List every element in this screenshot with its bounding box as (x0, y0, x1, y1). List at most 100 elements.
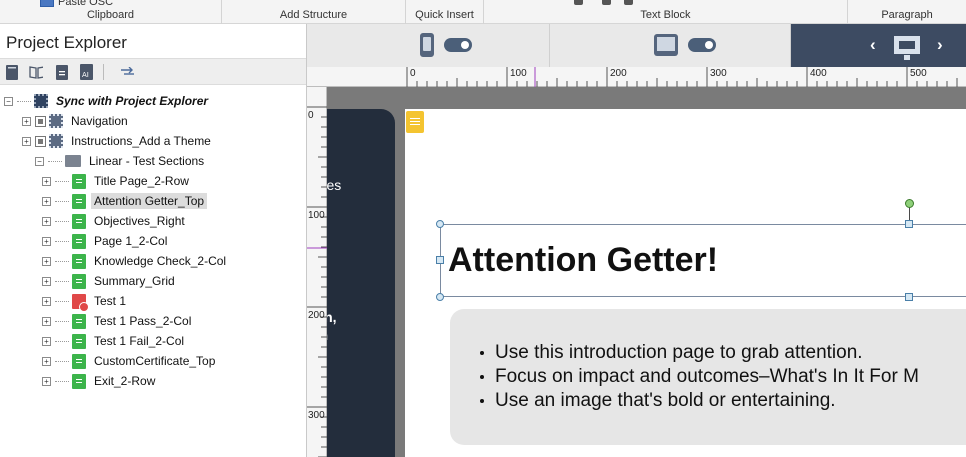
page-icon (72, 273, 86, 289)
tree-connector (55, 360, 69, 362)
resize-handle[interactable] (436, 256, 444, 264)
ribbon: Paste OSC Clipboard Add Structure Quick … (0, 0, 966, 24)
bullet-dot (480, 351, 484, 355)
page-icon (72, 233, 86, 249)
expand-icon[interactable]: + (42, 256, 51, 266)
tree-item-page[interactable]: + Page 1_2-Col (42, 231, 170, 251)
ruler-ticks (406, 67, 958, 87)
collapse-icon[interactable]: − (35, 156, 44, 166)
ai-document-icon[interactable]: AI (79, 64, 93, 80)
expand-icon[interactable]: + (42, 316, 51, 326)
expand-icon[interactable]: + (42, 196, 51, 206)
bullet-list[interactable]: Use this introduction page to grab atten… (480, 341, 919, 413)
tree-item-instructions[interactable]: + Instructions_Add a Theme (22, 131, 214, 151)
ruler-label: 100 (308, 210, 325, 221)
bullet-item: Focus on impact and outcomes–What's In I… (480, 365, 919, 389)
sync-arrows-icon[interactable] (120, 64, 134, 80)
svg-text:AI: AI (82, 71, 89, 79)
tree-connector (55, 320, 69, 322)
editor-canvas[interactable]: emes tion, ion the nd Attention Getter! … (327, 87, 966, 457)
project-explorer-panel: Project Explorer AI − Sync with Project … (0, 24, 307, 457)
tree-root[interactable]: − Sync with Project Explorer (4, 91, 211, 111)
ribbon-group-label: Quick Insert (415, 9, 474, 21)
text-block-tool-icon[interactable] (574, 0, 583, 5)
tree-item-page[interactable]: + Knowledge Check_2-Col (42, 251, 229, 271)
expand-icon[interactable]: + (42, 296, 51, 306)
expand-icon[interactable]: + (22, 116, 31, 126)
ribbon-group-quick-insert: Quick Insert (406, 0, 484, 24)
open-book-icon[interactable] (29, 64, 43, 80)
tree-connector (17, 100, 31, 102)
page-icon (72, 213, 86, 229)
collapse-icon[interactable]: − (4, 96, 13, 106)
tree-item-linear-test-sections[interactable]: − Linear - Test Sections (35, 151, 207, 171)
expand-icon[interactable]: + (42, 356, 51, 366)
tablet-toggle[interactable] (688, 38, 716, 52)
tree-connector (55, 260, 69, 262)
device-phone[interactable] (307, 24, 550, 67)
resize-handle[interactable] (905, 220, 913, 228)
tree-item-page[interactable]: + Objectives_Right (42, 211, 188, 231)
chevron-left-icon[interactable]: ‹ (870, 35, 876, 55)
ruler-label: 100 (510, 68, 527, 79)
tree-item-label: CustomCertificate_Top (94, 354, 216, 368)
device-tablet[interactable] (550, 24, 791, 67)
navigation-icon (49, 134, 63, 148)
expand-icon[interactable]: + (42, 276, 51, 286)
chevron-right-icon[interactable]: › (937, 35, 943, 55)
navigation-icon (49, 114, 63, 128)
bullet-text: Focus on impact and outcomes–What's In I… (495, 366, 919, 387)
monitor-icon[interactable] (894, 36, 920, 60)
resize-handle[interactable] (905, 293, 913, 301)
ruler-label: 500 (910, 68, 927, 79)
tree-item-test[interactable]: + Test 1 (42, 291, 129, 312)
tree-item-page[interactable]: + Test 1 Fail_2-Col (42, 331, 187, 351)
phone-icon[interactable] (420, 33, 434, 57)
tree-item-page[interactable]: + Summary_Grid (42, 271, 178, 291)
bullet-dot (480, 399, 484, 403)
tree-item-page[interactable]: + Title Page_2-Row (42, 171, 192, 191)
tree-item-navigation[interactable]: + Navigation (22, 111, 131, 131)
page-icon (72, 173, 86, 189)
ruler-label: 0 (308, 110, 314, 121)
expand-icon[interactable]: + (42, 176, 51, 186)
expand-icon[interactable]: + (42, 376, 51, 386)
tree-connector (55, 340, 69, 342)
book-icon[interactable] (5, 64, 19, 80)
tree-item-label: Test 1 Pass_2-Col (94, 314, 192, 328)
ribbon-group-clipboard: Clipboard (0, 0, 222, 24)
tree-item-page-selected[interactable]: + Attention Getter_Top (42, 191, 208, 211)
phone-toggle[interactable] (444, 38, 472, 52)
horizontal-ruler: 0 100 200 300 400 500 (307, 67, 966, 87)
project-icon (34, 94, 48, 108)
ribbon-group-text-block: Text Block (484, 0, 848, 24)
page-icon (72, 353, 86, 369)
resize-handle[interactable] (436, 220, 444, 228)
project-tree: − Sync with Project Explorer + Navigatio… (0, 89, 306, 457)
text-block-tool-icon[interactable] (624, 0, 633, 5)
device-desktop[interactable]: ‹ › (791, 24, 966, 67)
test-icon (72, 293, 89, 312)
slide-title[interactable]: Attention Getter! (448, 241, 718, 280)
resize-handle[interactable] (436, 293, 444, 301)
ribbon-group-add-structure: Add Structure (222, 0, 406, 24)
text-block-tool-icon[interactable] (602, 0, 611, 5)
tree-item-label: Linear - Test Sections (89, 154, 205, 168)
expand-icon[interactable]: + (22, 136, 31, 146)
ruler-ticks (307, 106, 327, 457)
tree-connector (48, 160, 62, 162)
ribbon-group-label: Add Structure (279, 9, 348, 21)
expand-icon[interactable]: + (42, 236, 51, 246)
device-preview-bar: ‹ › (307, 24, 966, 67)
tree-item-page[interactable]: + Exit_2-Row (42, 371, 158, 391)
document-icon[interactable] (55, 64, 69, 80)
tree-item-page[interactable]: + Test 1 Pass_2-Col (42, 311, 194, 331)
side-content-panel[interactable]: emes tion, ion the nd (327, 109, 395, 457)
rotate-handle[interactable] (905, 199, 914, 208)
tablet-icon[interactable] (654, 34, 678, 56)
tree-item-page[interactable]: + CustomCertificate_Top (42, 351, 218, 371)
note-icon[interactable] (406, 111, 424, 133)
ruler-label: 300 (710, 68, 727, 79)
expand-icon[interactable]: + (42, 336, 51, 346)
expand-icon[interactable]: + (42, 216, 51, 226)
